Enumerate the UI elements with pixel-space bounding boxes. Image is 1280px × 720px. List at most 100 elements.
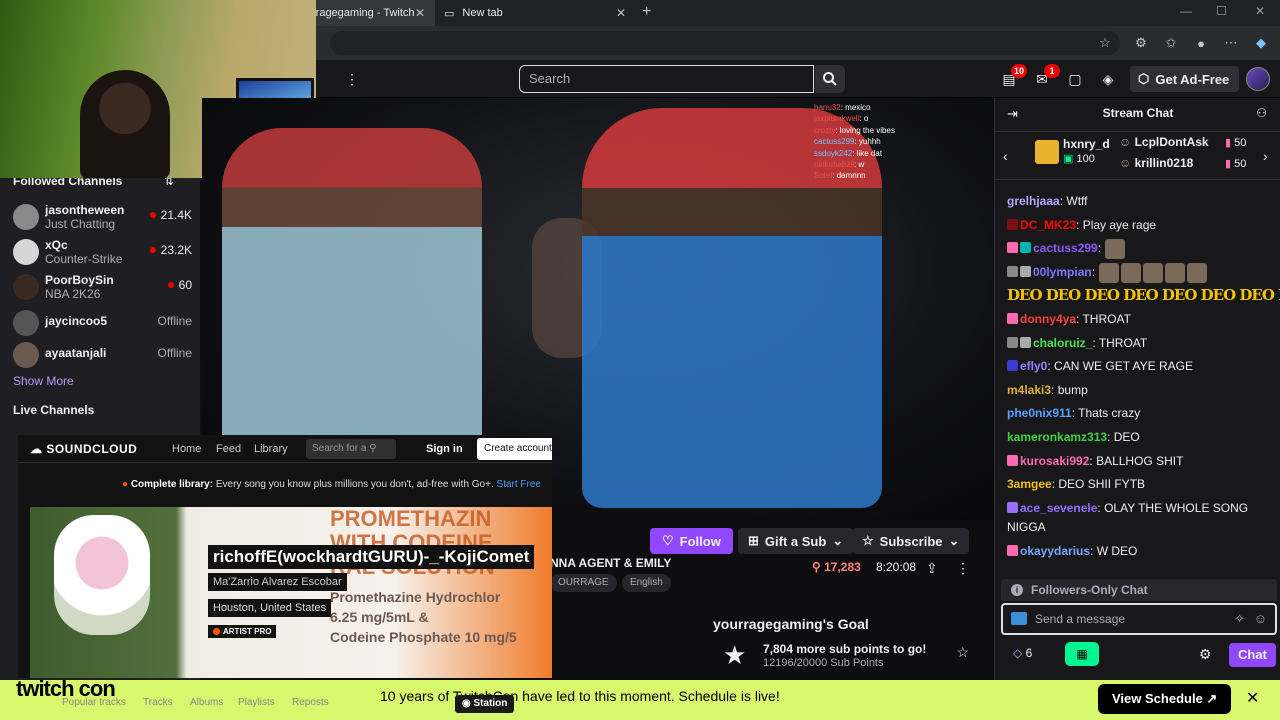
leader-value: ▮ 50	[1225, 158, 1247, 170]
whispers-icon[interactable]: ▢	[1065, 70, 1085, 88]
minimize-icon[interactable]: —	[1180, 4, 1192, 18]
chat-badge-icon	[1011, 612, 1027, 625]
goal-star-icon: ★	[723, 640, 747, 670]
chevron-down-icon: ⌄	[832, 533, 844, 548]
notifications-icon[interactable]: ▤ 10	[999, 64, 1027, 88]
sc-nav-feed[interactable]: Feed	[216, 443, 241, 455]
sc-promo-banner: ● Complete library: Every song you know …	[18, 463, 552, 507]
chat-header: ⇥ Stream Chat ⚇	[995, 98, 1280, 132]
emote	[1165, 262, 1186, 283]
gift-icon: ⊞	[748, 533, 759, 548]
channel-name: ayaatanjali	[45, 346, 107, 360]
chat-message-cont: NIGGA	[1007, 520, 1046, 535]
sc-artist-name[interactable]: Ma'Zarrio Alvarez Escobar	[208, 573, 347, 591]
view-schedule-button[interactable]: View Schedule ↗	[1098, 684, 1232, 714]
sc-nav-home[interactable]: Home	[172, 443, 201, 455]
copilot-icon[interactable]: ◆	[1252, 34, 1270, 52]
search-button[interactable]	[815, 65, 845, 93]
url-input[interactable]	[330, 31, 1120, 55]
close-tab-icon[interactable]: ✕	[616, 6, 626, 20]
channel-name: jasontheween	[45, 203, 125, 217]
external-link-icon: ↗	[1206, 691, 1218, 706]
chat-message: cactuss299:	[1007, 237, 1272, 261]
subscribe-button[interactable]: ☆ Subscribe ⌄	[852, 528, 970, 554]
sc-tab-reposts[interactable]: Reposts	[292, 697, 329, 708]
sidebar-item-poorboysin[interactable]: PoorBoySin NBA 2K26 60	[13, 270, 198, 304]
chat-message: donny4ya: THROAT	[1007, 308, 1272, 332]
profile-icon[interactable]: ●	[1192, 34, 1210, 52]
soundcloud-header: ☁ SOUNDCLOUD Home Feed Library Search fo…	[18, 435, 552, 463]
follow-button[interactable]: ♡ Follow	[650, 528, 733, 554]
extension-icon[interactable]: ⚙	[1132, 34, 1150, 52]
close-window-icon[interactable]: ✕	[1255, 4, 1265, 18]
tab-new[interactable]: ▭ New tab ✕	[436, 0, 636, 26]
tab-new-label: New tab	[462, 7, 503, 19]
more-menu-icon[interactable]: ⋯	[1222, 34, 1240, 52]
followers-only-notice: i Followers-Only Chat	[1001, 579, 1277, 601]
sc-signin-button[interactable]: Sign in	[426, 443, 463, 455]
goal-subscribe-star-icon[interactable]: ☆	[956, 644, 969, 661]
bits-icon[interactable]: ✧	[1234, 605, 1245, 633]
sc-tab-tracks[interactable]: Tracks	[143, 697, 173, 708]
channel-points[interactable]: ◇ 6	[1013, 646, 1032, 660]
stream-tag[interactable]: OURRAGE	[550, 574, 617, 592]
sidebar-item-xqc[interactable]: xQc Counter-Strike 23.2K	[13, 235, 198, 269]
sc-nav-library[interactable]: Library	[254, 443, 288, 455]
emote	[1105, 239, 1126, 260]
chevron-right-icon[interactable]: ›	[1263, 148, 1268, 164]
chat-message: 3amgee: DEO SHII FYTB	[1007, 477, 1146, 492]
chat-gift-icon[interactable]: ▦	[1065, 642, 1099, 666]
emote	[1099, 262, 1120, 283]
sc-tab-playlists[interactable]: Playlists	[238, 697, 275, 708]
chat-input[interactable]: Send a message ✧ ☺	[1001, 603, 1277, 635]
chat-message: phe0nix911: Thats crazy	[1007, 406, 1141, 421]
search-input[interactable]: Search	[519, 65, 814, 93]
tab-twitch[interactable]: rragegaming - Twitch ✕	[300, 0, 435, 26]
star-icon: ☆	[862, 533, 874, 548]
more-options-icon[interactable]: ⋮	[342, 70, 362, 88]
community-icon[interactable]: ⚇	[1256, 106, 1267, 120]
crown-icon[interactable]: ◈	[1098, 70, 1118, 88]
sidebar-item-ayaatanjali[interactable]: ayaatanjali Offline	[13, 338, 198, 372]
chat-settings-icon[interactable]: ⚙	[1199, 646, 1212, 663]
emote	[1143, 262, 1164, 283]
channel-name: PoorBoySin	[45, 273, 114, 287]
search-icon	[823, 72, 837, 86]
chat-message: grelhjaaa: Wtff	[1007, 194, 1088, 208]
chat-send-button[interactable]: Chat	[1229, 643, 1276, 667]
gift-sub-button[interactable]: ⊞ Gift a Sub ⌄	[738, 528, 854, 554]
sc-start-free-link[interactable]: Start Free	[497, 479, 541, 490]
sidebar-item-jaycincoo5[interactable]: jaycincoo5 Offline	[13, 306, 198, 340]
stream-tag[interactable]: English	[622, 574, 671, 592]
close-banner-icon[interactable]: ✕	[1246, 688, 1259, 708]
sc-station-button[interactable]: ◉ Station	[455, 695, 515, 713]
favorites-icon[interactable]: ✩	[1162, 34, 1180, 52]
viewer-count: ⚲ 17,283	[812, 560, 861, 574]
pro-dot-icon	[213, 628, 220, 635]
avatar	[13, 274, 39, 300]
user-avatar[interactable]	[1246, 67, 1270, 91]
sidebar-item-jasontheween[interactable]: jasontheween Just Chatting 21.4K	[13, 200, 198, 234]
close-tab-icon[interactable]: ✕	[415, 6, 425, 20]
ad-free-icon: ⬡	[1138, 71, 1150, 86]
viewer-count: 60	[167, 278, 192, 292]
favorite-star-icon[interactable]: ☆	[1096, 34, 1114, 52]
leader-name: ☺ LcplDontAsk	[1119, 135, 1209, 149]
maximize-icon[interactable]: ☐	[1216, 4, 1227, 18]
new-tab-icon[interactable]: +	[642, 3, 651, 21]
sc-search-input[interactable]: Search for a ⚲	[306, 439, 396, 459]
share-icon[interactable]: ⇪	[926, 560, 938, 577]
inbox-icon[interactable]: ✉ 1	[1032, 64, 1060, 88]
soundcloud-logo[interactable]: ☁ SOUNDCLOUD	[30, 442, 137, 456]
page-icon: ▭	[444, 7, 455, 20]
chat-message: okayydarius: W DEO	[1007, 540, 1272, 564]
more-options-icon[interactable]: ⋮	[956, 560, 970, 577]
sc-tab-popular[interactable]: Popular tracks	[62, 697, 126, 708]
get-ad-free-button[interactable]: ⬡ Get Ad-Free	[1130, 66, 1240, 92]
sc-cover-image	[54, 515, 150, 635]
chevron-left-icon[interactable]: ‹	[1003, 148, 1008, 164]
sc-create-account-button[interactable]: Create account	[477, 438, 552, 460]
sc-tab-albums[interactable]: Albums	[190, 697, 223, 708]
show-more-link[interactable]: Show More	[13, 374, 74, 388]
emote-picker-icon[interactable]: ☺	[1254, 605, 1267, 633]
